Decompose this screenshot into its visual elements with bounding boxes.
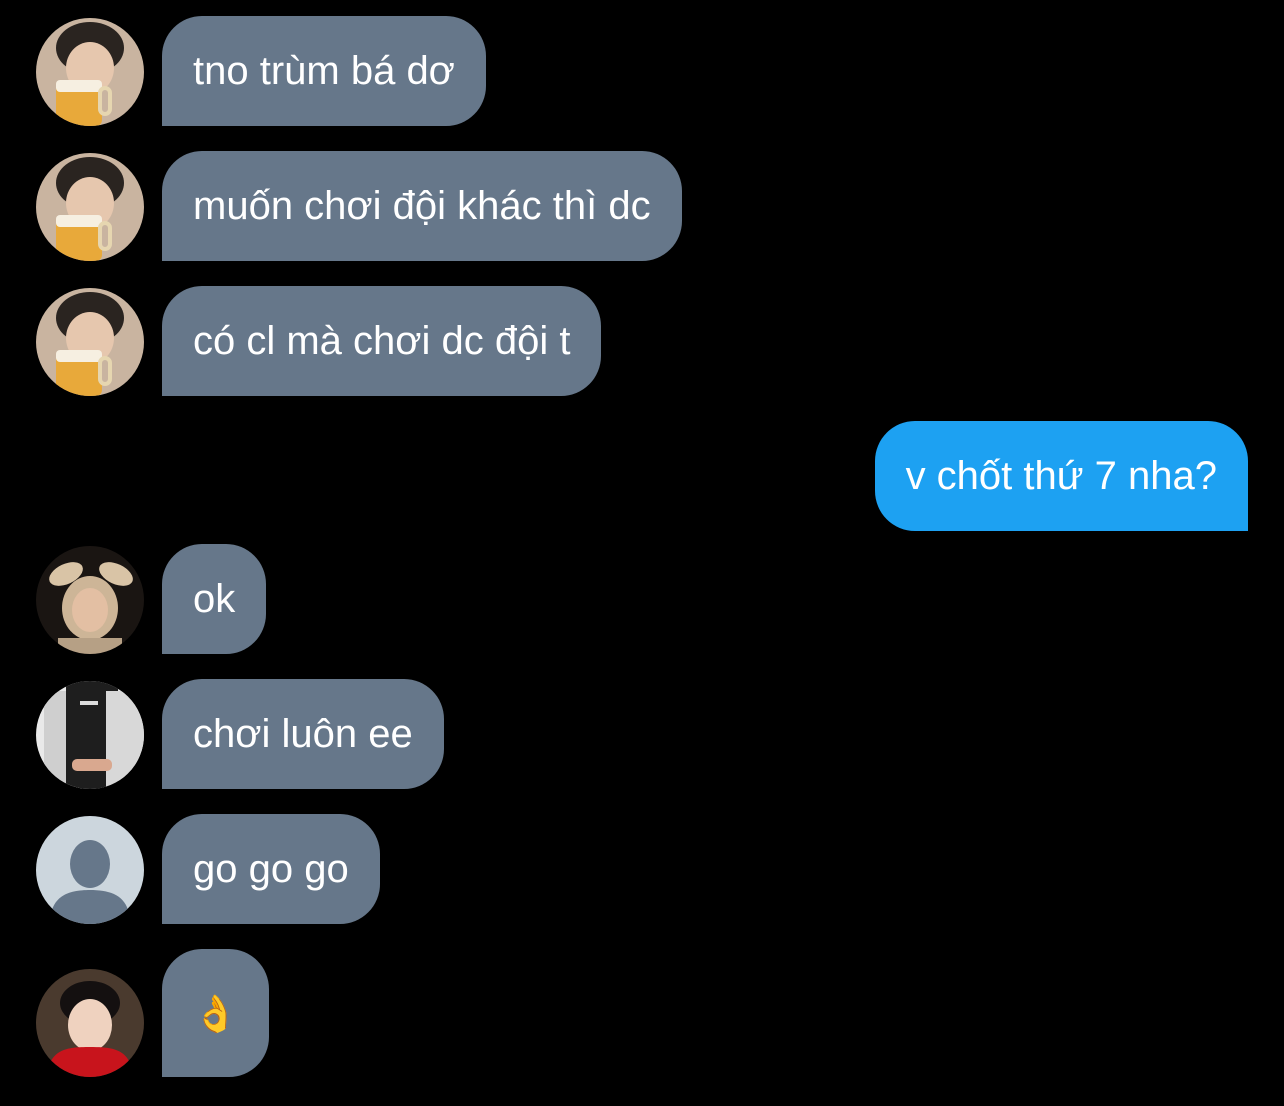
message-bubble[interactable]: go go go xyxy=(162,814,380,924)
message-row: tno trùm bá dơ xyxy=(0,16,1284,126)
message-bubble[interactable]: 👌 xyxy=(162,949,269,1077)
chat-screen: { "conversation": { "messages": [ { "sen… xyxy=(0,0,1284,1106)
avatar[interactable] xyxy=(36,18,144,126)
default-avatar-icon xyxy=(36,816,144,924)
user-photo-icon xyxy=(36,153,144,261)
avatar[interactable] xyxy=(36,681,144,789)
message-row: go go go xyxy=(0,814,1284,924)
message-row: chơi luôn ee xyxy=(0,679,1284,789)
message-row: có cl mà chơi dc đội t xyxy=(0,286,1284,396)
user-photo-icon xyxy=(36,681,144,789)
message-row: ok xyxy=(0,544,1284,654)
message-bubble[interactable]: ok xyxy=(162,544,267,654)
user-photo-icon xyxy=(36,288,144,396)
avatar[interactable] xyxy=(36,969,144,1077)
avatar[interactable] xyxy=(36,816,144,924)
message-bubble[interactable]: chơi luôn ee xyxy=(162,679,444,789)
message-bubble[interactable]: có cl mà chơi dc đội t xyxy=(162,286,602,396)
user-photo-icon xyxy=(36,969,144,1077)
message-row: 👌 xyxy=(0,949,1284,1077)
message-bubble[interactable]: tno trùm bá dơ xyxy=(162,16,486,126)
message-row: muốn chơi đội khác thì dc xyxy=(0,151,1284,261)
sent-message-bubble[interactable]: v chốt thứ 7 nha? xyxy=(874,421,1248,531)
avatar[interactable] xyxy=(36,546,144,654)
avatar[interactable] xyxy=(36,153,144,261)
message-bubble[interactable]: muốn chơi đội khác thì dc xyxy=(162,151,682,261)
message-row-sent: v chốt thứ 7 nha? xyxy=(0,421,1284,531)
user-photo-icon xyxy=(36,18,144,126)
user-photo-icon xyxy=(36,546,144,654)
ok-hand-emoji-icon: 👌 xyxy=(193,994,238,1035)
avatar[interactable] xyxy=(36,288,144,396)
